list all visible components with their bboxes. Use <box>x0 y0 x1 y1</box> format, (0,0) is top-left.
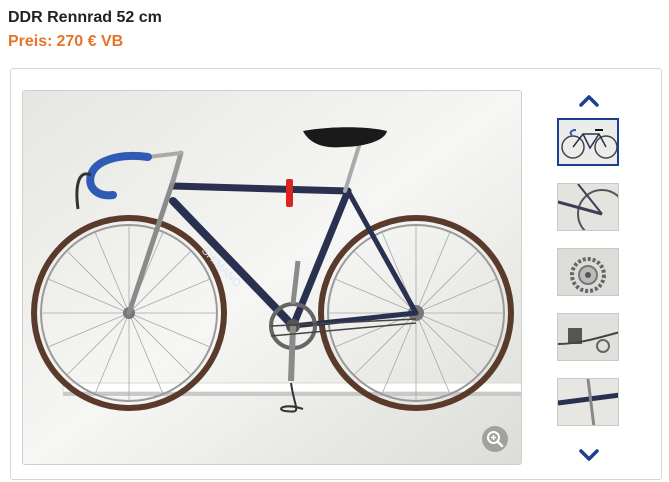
thumbnail-1[interactable] <box>557 118 619 166</box>
chevron-down-icon <box>579 449 599 461</box>
thumbnail-derailleur <box>558 314 618 360</box>
magnifier-plus-icon <box>487 431 504 448</box>
listing-title: DDR Rennrad 52 cm <box>8 9 162 26</box>
thumbnail-3[interactable] <box>557 248 619 296</box>
price-label: Preis: <box>8 33 53 50</box>
bicycle-photo: SHIMANO <box>23 91 521 464</box>
thumbnail-full-bike <box>559 120 617 164</box>
thumbnail-2[interactable] <box>557 183 619 231</box>
thumbnail-rear-wheel <box>558 184 618 230</box>
thumbnail-frame-detail <box>558 379 618 425</box>
thumbnail-5[interactable] <box>557 378 619 426</box>
scroll-up-button[interactable] <box>578 92 600 108</box>
image-gallery: SHIMANO <box>10 68 662 480</box>
price-line: Preis: 270 € VB <box>8 33 123 51</box>
thumbnail-chainring <box>558 249 618 295</box>
scroll-down-button[interactable] <box>578 447 600 463</box>
thumbnail-strip <box>556 89 622 467</box>
chevron-up-icon <box>579 95 599 107</box>
thumbnail-list <box>556 116 622 442</box>
main-image[interactable]: SHIMANO <box>22 90 522 465</box>
price-value: 270 € VB <box>56 33 124 50</box>
thumbnail-4[interactable] <box>557 313 619 361</box>
zoom-button[interactable] <box>482 426 508 452</box>
